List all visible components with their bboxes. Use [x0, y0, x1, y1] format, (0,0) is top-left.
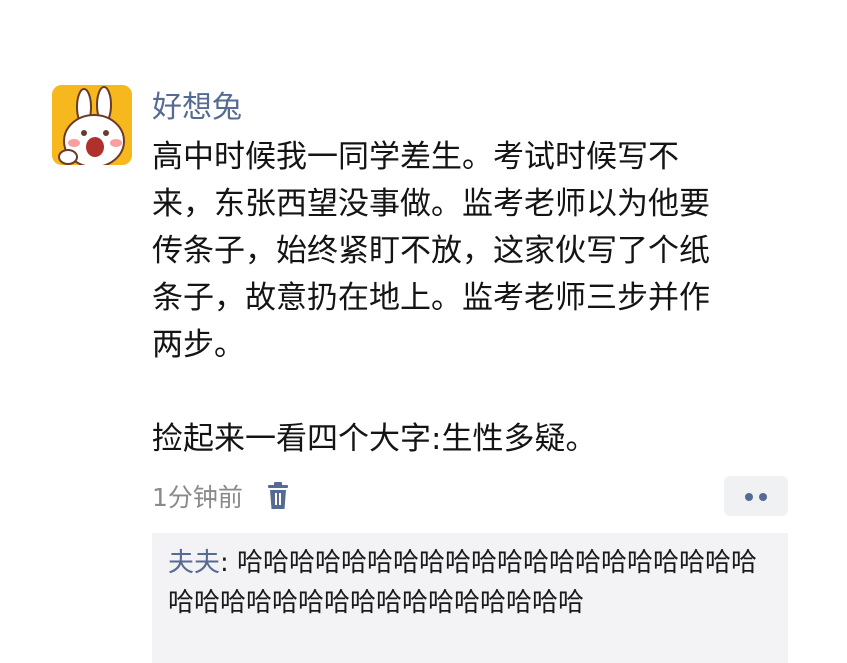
- trash-icon[interactable]: [265, 481, 291, 511]
- post-paragraph: 捡起来一看四个大字:生性多疑。: [152, 421, 597, 457]
- post-paragraph: 高中时候我一同学差生。考试时候写不 来，东张西望没事做。监考老师以为他要 传条子…: [152, 139, 710, 363]
- comment-author[interactable]: 夫夫: [168, 548, 220, 578]
- avatar[interactable]: [52, 85, 132, 165]
- post-content: 高中时候我一同学差生。考试时候写不 来，东张西望没事做。监考老师以为他要 传条子…: [152, 134, 792, 463]
- more-button[interactable]: [724, 476, 788, 516]
- username[interactable]: 好想兔: [152, 88, 242, 128]
- rabbit-avatar-icon: [52, 85, 132, 165]
- more-dots-icon: [759, 493, 767, 501]
- comment-separator: :: [220, 548, 238, 578]
- timestamp: 1分钟前: [152, 483, 243, 512]
- more-dots-icon: [745, 493, 753, 501]
- post-meta: 1分钟前: [152, 476, 291, 516]
- comment-text: 哈哈哈哈哈哈哈哈哈哈哈哈哈哈哈哈哈哈哈哈哈哈哈哈哈哈哈哈哈哈哈哈哈哈哈哈: [168, 548, 758, 618]
- comment-box: 夫夫: 哈哈哈哈哈哈哈哈哈哈哈哈哈哈哈哈哈哈哈哈哈哈哈哈哈哈哈哈哈哈哈哈哈哈哈哈: [152, 533, 788, 663]
